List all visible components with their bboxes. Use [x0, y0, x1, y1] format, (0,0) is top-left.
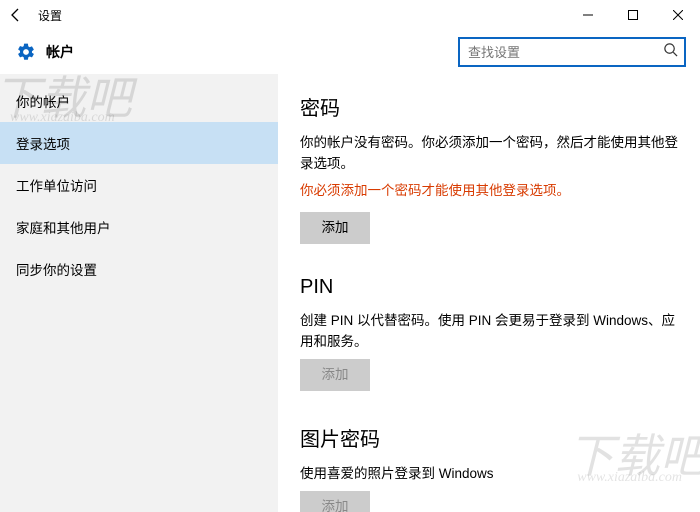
sidebar-item-label: 工作单位访问 [16, 175, 97, 195]
sidebar-item-label: 同步你的设置 [16, 259, 97, 279]
password-desc: 你的帐户没有密码。你必须添加一个密码，然后才能使用其他登录选项。 [300, 133, 678, 175]
back-button[interactable] [0, 0, 32, 30]
close-button[interactable] [655, 0, 700, 30]
maximize-button[interactable] [610, 0, 655, 30]
password-title: 密码 [300, 92, 678, 121]
sidebar-item-signin-options[interactable]: 登录选项 [0, 122, 278, 164]
body: 你的帐户 登录选项 工作单位访问 家庭和其他用户 同步你的设置 密码 你的帐户没… [0, 74, 700, 512]
settings-icon [16, 42, 36, 62]
minimize-button[interactable] [565, 0, 610, 30]
pin-title: PIN [300, 276, 678, 299]
picture-title: 图片密码 [300, 423, 678, 452]
sidebar-item-family-users[interactable]: 家庭和其他用户 [0, 206, 278, 248]
search-input[interactable] [458, 37, 686, 67]
minimize-icon [583, 10, 593, 20]
window-controls [565, 0, 700, 30]
sidebar-item-label: 登录选项 [16, 133, 70, 153]
sidebar-item-label: 你的帐户 [16, 91, 70, 111]
window-title: 设置 [38, 7, 62, 24]
sidebar-item-label: 家庭和其他用户 [16, 217, 111, 237]
arrow-left-icon [8, 7, 24, 23]
header: 帐户 [0, 30, 700, 74]
picture-add-button: 添加 [300, 491, 370, 512]
pin-desc: 创建 PIN 以代替密码。使用 PIN 会更易于登录到 Windows、应用和服… [300, 311, 678, 353]
sidebar-item-work-access[interactable]: 工作单位访问 [0, 164, 278, 206]
gear-icon [16, 42, 36, 62]
pin-add-button: 添加 [300, 359, 370, 391]
sidebar-item-sync-settings[interactable]: 同步你的设置 [0, 248, 278, 290]
content: 密码 你的帐户没有密码。你必须添加一个密码，然后才能使用其他登录选项。 你必须添… [278, 74, 700, 512]
picture-desc: 使用喜爱的照片登录到 Windows [300, 464, 678, 485]
password-add-button[interactable]: 添加 [300, 212, 370, 244]
close-icon [673, 10, 683, 20]
password-warning: 你必须添加一个密码才能使用其他登录选项。 [300, 181, 678, 202]
search-wrap [458, 37, 686, 67]
page-title: 帐户 [46, 42, 74, 62]
sidebar: 你的帐户 登录选项 工作单位访问 家庭和其他用户 同步你的设置 [0, 74, 278, 512]
sidebar-item-your-account[interactable]: 你的帐户 [0, 80, 278, 122]
maximize-icon [628, 10, 638, 20]
titlebar: 设置 [0, 0, 700, 30]
